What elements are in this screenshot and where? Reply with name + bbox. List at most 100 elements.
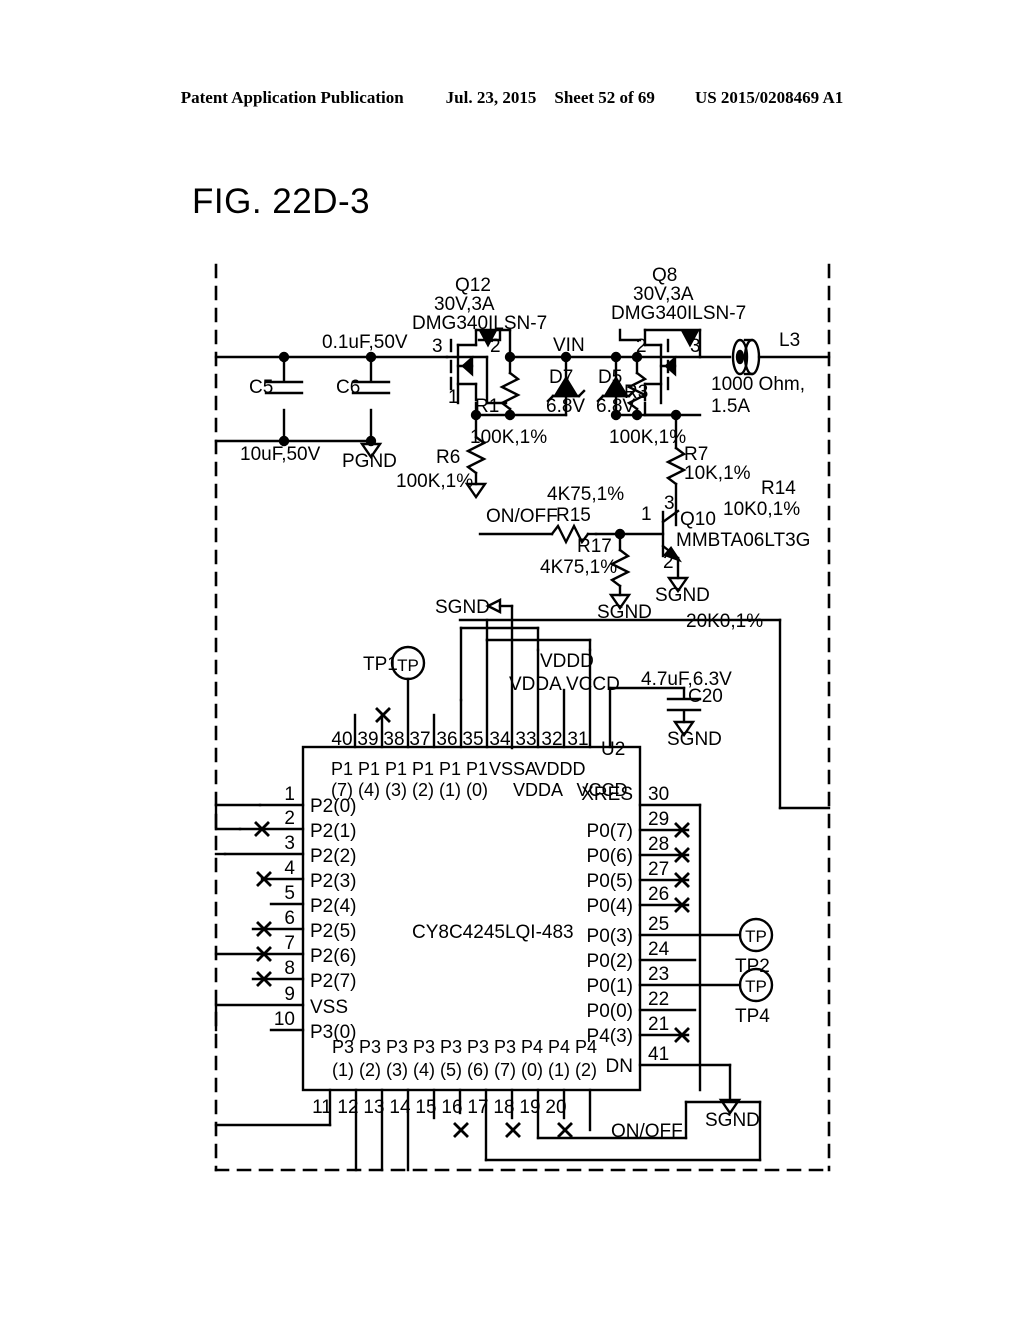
sgnd-label: SGND: [667, 729, 722, 750]
ic-bottom-pin-name: P3: [494, 1037, 516, 1057]
diode-d5-ref: D5: [598, 367, 622, 388]
ic-top-pin-number: 34: [489, 729, 511, 750]
mosfet-q12-pin2: 2: [490, 336, 501, 357]
no-connect-marks: [453, 1122, 573, 1138]
ic-bottom-pin-number: 19: [519, 1097, 540, 1118]
ic-bottom-pin-number: 18: [493, 1097, 514, 1118]
ic-left-pin-number: 1: [284, 784, 295, 805]
ic-right-pin-name: P0(7): [587, 821, 633, 842]
ic-right-pin-name: P0(3): [587, 926, 633, 947]
resistor-r15-ref: R15: [556, 505, 591, 526]
resistor-r3-value: 100K,1%: [609, 427, 686, 448]
junction-dot: [278, 351, 290, 363]
ic-bottom-pin-number: 15: [415, 1097, 436, 1118]
ic-top-pin-name: P1: [331, 759, 353, 779]
power-rail-top: [214, 355, 449, 443]
ic-designator: U2: [601, 739, 625, 760]
ic-top-pin-name: VDDA: [513, 780, 563, 800]
ic-left-pin-number: 8: [284, 958, 295, 979]
ic-left-pin-number: 5: [284, 883, 295, 904]
ic-top-pin-bit: (3): [385, 780, 407, 800]
resistor-r1-ref: R1: [475, 396, 499, 417]
diode-d7-ref: D7: [549, 367, 573, 388]
ic-top-pin-number: 40: [331, 729, 352, 750]
ic-bottom-pin-bit: (4): [413, 1060, 435, 1080]
resistor-r6-ref: R6: [436, 447, 460, 468]
ic-top-pin-number: 36: [436, 729, 457, 750]
ic-left-pin-number: 3: [284, 833, 295, 854]
mosfet-q12-pin3: 3: [432, 336, 443, 357]
junction-dot: [504, 351, 516, 363]
ic-top-pin-number: 37: [409, 729, 430, 750]
ic-left-pin-name: P2(0): [310, 796, 356, 817]
ic-bottom-pin-bit: (2): [359, 1060, 381, 1080]
ic-left-pin-name: P2(4): [310, 896, 356, 917]
junction-dot: [365, 351, 377, 363]
junction-dot: [614, 528, 626, 540]
ic-left-pin-name: P2(6): [310, 946, 356, 967]
resistor-r17-ref: R17: [577, 536, 612, 557]
ic-bottom-pin-number: 12: [337, 1097, 358, 1118]
ic-right-pin-number: 25: [648, 914, 669, 935]
ic-bottom-pin-number: 20: [545, 1097, 566, 1118]
mosfet-q12-part: DMG340ILSN-7: [412, 313, 547, 334]
net-vdda-label: VDDA: [509, 674, 562, 695]
ic-right-pin-number: 30: [648, 784, 669, 805]
ic-left-pin-number: 9: [284, 984, 295, 1005]
resistor-r6-value: 100K,1%: [396, 471, 473, 492]
ic-right-pin-number: 22: [648, 989, 669, 1010]
ic-top-pin-name: VSSA: [489, 759, 537, 779]
sgnd-label: SGND: [435, 597, 490, 618]
ic-right-pin-number: 24: [648, 939, 670, 960]
net-onoff-label-top: ON/OFF: [486, 506, 558, 527]
schematic-drawing: C5 10uF,50V C6 0.1uF,50V PGND Q12 30V,3A…: [214, 263, 831, 1172]
ic-bottom-pin-name: P3: [413, 1037, 435, 1057]
mosfet-q12-rating: 30V,3A: [434, 294, 495, 315]
capacitor-c6-value: 0.1uF,50V: [322, 332, 408, 353]
extra-value-label: 20K0,1%: [686, 611, 763, 632]
ic-bottom-pin-name: P3: [359, 1037, 381, 1057]
tp-icon: TP: [745, 927, 767, 946]
tp-icon: TP: [745, 977, 767, 996]
ic-right-pin-name: P0(4): [587, 896, 633, 917]
junction-dot: [610, 351, 622, 363]
ic-bottom-pin-number: 13: [363, 1097, 384, 1118]
ic-top-pin-name: P1: [358, 759, 380, 779]
ic-right-pin-number: 26: [648, 884, 669, 905]
inductor-l3-value1: 1000 Ohm,: [711, 374, 805, 395]
bjt-q10-ref: Q10: [680, 509, 716, 530]
ic-bottom-pin-name: P3: [332, 1037, 354, 1057]
ic-left-pin-name: P2(7): [310, 971, 356, 992]
ic-left-pin-name: P2(3): [310, 871, 356, 892]
ic-bottom-pin-bit: (3): [386, 1060, 408, 1080]
diode-d7-value: 6.8V: [546, 396, 585, 417]
ic-right-pin-name: XRES: [581, 784, 633, 805]
ic-left-pin-name: P2(2): [310, 846, 356, 867]
capacitor-c20-ref: C20: [688, 686, 723, 707]
ic-right-pin-name: P0(6): [587, 846, 633, 867]
net-onoff-label-bottom: ON/OFF: [611, 1121, 683, 1142]
mosfet-q8-part: DMG340ILSN-7: [611, 303, 746, 324]
mosfet-q12-pin1: 1: [448, 387, 459, 408]
ic-right-pin-name: P0(2): [587, 951, 633, 972]
inductor-l3-value2: 1.5A: [711, 396, 750, 417]
capacitor-c5-ref: C5: [249, 377, 273, 398]
ic-bottom-pin-number: 17: [467, 1097, 488, 1118]
junction-dot: [670, 409, 682, 421]
mosfet-q8-ref: Q8: [652, 265, 677, 286]
resistor-r3-ref: R3: [624, 382, 648, 403]
ic-top-pin-bit: (1): [439, 780, 461, 800]
ic-right-pin-number: 41: [648, 1044, 669, 1065]
ic-bottom-pin-bit: (1): [548, 1060, 570, 1080]
ic-top-pin-name: P1: [412, 759, 434, 779]
resistor-r1: [499, 355, 521, 417]
ic-left-pin-number: 2: [284, 808, 295, 829]
ic-top-pin-bit: (4): [358, 780, 380, 800]
bjt-q10-pin2: 2: [663, 552, 674, 573]
junction-dot: [504, 409, 516, 421]
ic-top-pin-bit: (2): [412, 780, 434, 800]
ic-left-pin-name: P2(1): [310, 821, 356, 842]
ic-top-pin-bit: (0): [466, 780, 488, 800]
resistor-r7-ref: R7: [684, 444, 708, 465]
ic-right-pin-number: 21: [648, 1014, 669, 1035]
